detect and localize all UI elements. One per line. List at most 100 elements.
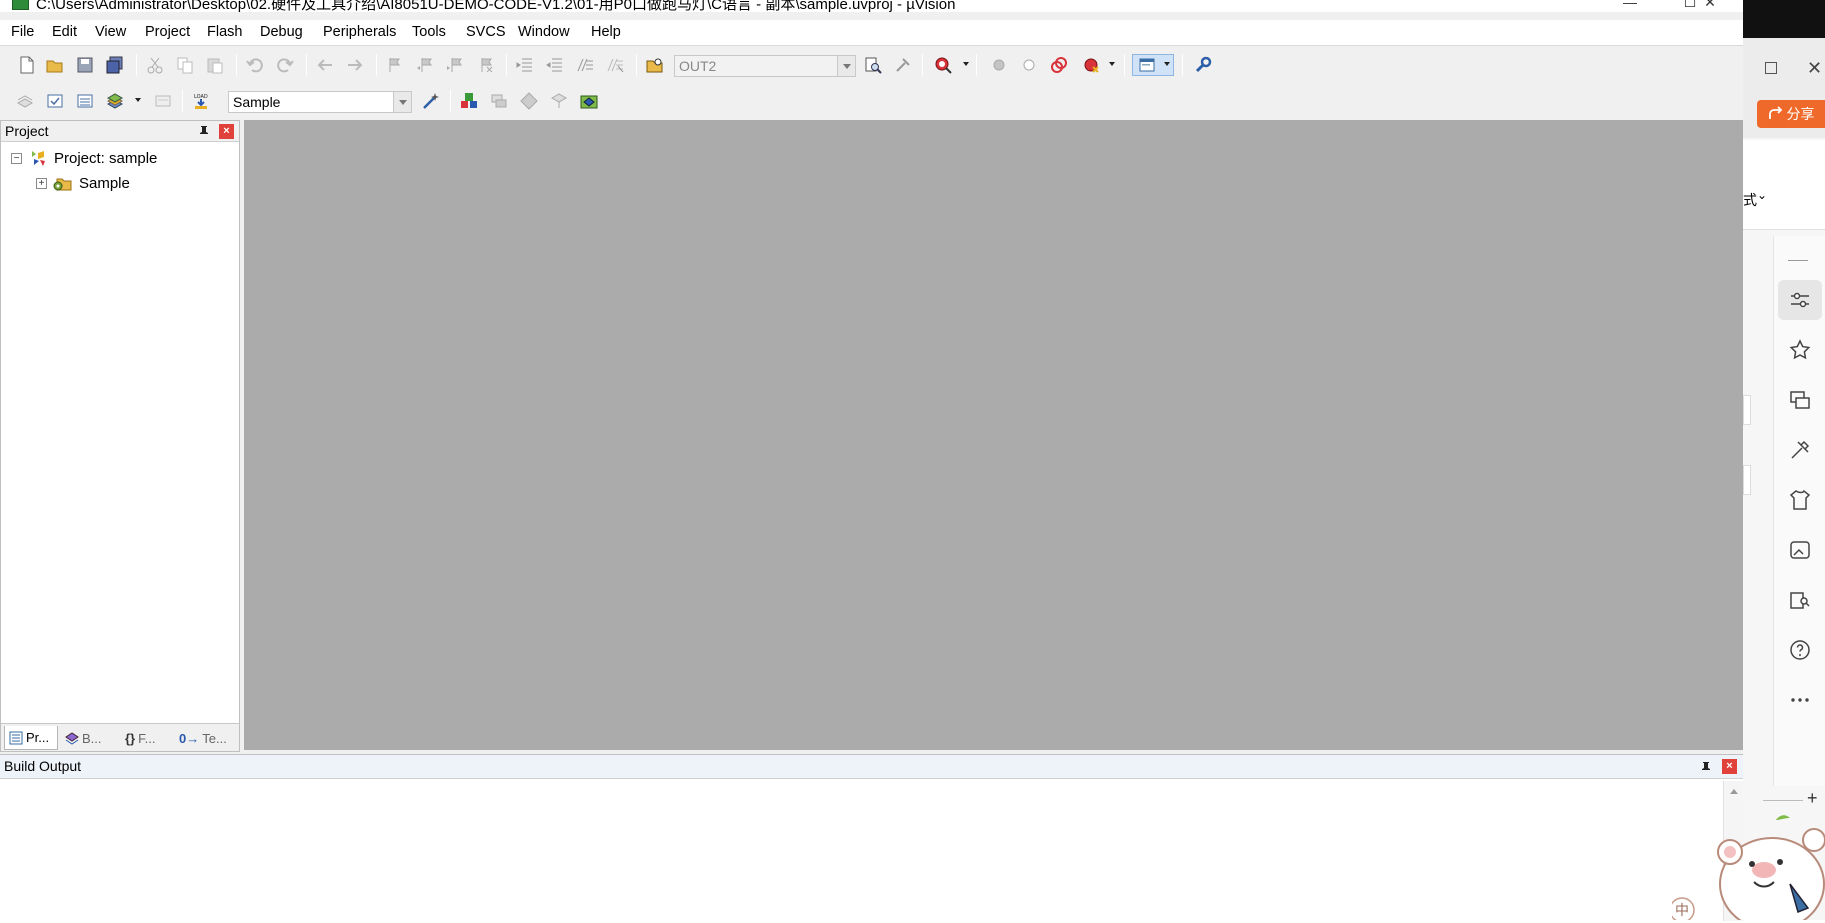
next-bookmark-button[interactable] (444, 54, 466, 76)
pack-installer-button[interactable] (548, 90, 570, 112)
project-panel-header: Project × (1, 121, 239, 142)
tab-books-label: B... (82, 730, 102, 746)
breakpoint-dropdown-chevron-icon[interactable] (1109, 62, 1115, 66)
close-icon[interactable]: ✕ (1807, 58, 1822, 79)
tab-books[interactable]: B... (61, 726, 117, 750)
unindent-button[interactable] (544, 54, 566, 76)
menu-svcs[interactable]: SVCS (464, 24, 508, 40)
software-packs-button[interactable] (578, 90, 600, 112)
collapse-toggle[interactable]: − (11, 152, 22, 164)
build-button[interactable] (44, 90, 66, 112)
menu-view[interactable]: View (93, 24, 128, 40)
translate-button[interactable] (14, 90, 36, 112)
start-debug-button[interactable] (932, 54, 954, 76)
more-icon[interactable] (1788, 688, 1812, 712)
comment-button[interactable] (574, 54, 596, 76)
stop-build-button[interactable] (152, 90, 174, 112)
menu-file[interactable]: File (9, 24, 36, 40)
menu-window[interactable]: Window (516, 24, 572, 40)
pin-icon[interactable] (1700, 761, 1712, 773)
insert-bookmark-button[interactable] (384, 54, 406, 76)
tools-icon[interactable] (1788, 438, 1812, 462)
insert-breakpoint-button[interactable] (988, 54, 1010, 76)
select-packs-button[interactable] (488, 90, 510, 112)
tree-node-target[interactable]: + Sample (36, 172, 130, 194)
uncomment-button[interactable] (604, 54, 626, 76)
side-app-card: 式 ⌄ (1743, 140, 1825, 230)
help-icon[interactable] (1788, 638, 1812, 662)
redo-button[interactable] (274, 54, 296, 76)
menu-project[interactable]: Project (143, 24, 192, 40)
tree-node-project[interactable]: − Project: sample (11, 147, 157, 169)
disable-all-breakpoints-button[interactable] (1048, 54, 1070, 76)
target-select[interactable]: Sample (228, 91, 412, 113)
rebuild-button[interactable] (74, 90, 96, 112)
indent-button[interactable] (514, 54, 536, 76)
maximize-button[interactable]: ☐ (1680, 0, 1700, 10)
new-file-button[interactable] (16, 54, 38, 76)
debug-session-button[interactable] (892, 54, 914, 76)
copy-button[interactable] (174, 54, 196, 76)
options-for-target-button[interactable] (420, 90, 442, 112)
debug-dropdown-chevron-icon[interactable] (963, 62, 969, 66)
clear-bookmarks-button[interactable] (474, 54, 496, 76)
paste-icon (207, 58, 223, 74)
close-panel-button[interactable]: × (219, 124, 234, 139)
menu-help[interactable]: Help (589, 24, 623, 40)
maximize-icon[interactable] (1765, 62, 1777, 74)
build-icon (47, 94, 63, 108)
pin-icon[interactable] (198, 125, 210, 137)
menu-flash[interactable]: Flash (205, 24, 244, 40)
chevron-down-icon[interactable]: ⌄ (1757, 188, 1767, 202)
menu-tools[interactable]: Tools (410, 24, 448, 40)
shirt-icon[interactable] (1788, 488, 1812, 512)
cut-button[interactable] (144, 54, 166, 76)
find-combo[interactable]: OUT2 (674, 55, 856, 77)
image-edit-icon[interactable] (1788, 538, 1812, 562)
debug-magnifier-icon (935, 57, 952, 74)
project-panel-tabs: Pr... B... {} F... 0→ Te... (1, 723, 239, 751)
star-icon[interactable] (1788, 338, 1812, 362)
batch-build-button[interactable] (104, 90, 126, 112)
add-button[interactable]: + (1807, 788, 1818, 809)
tab-project-label: Pr... (26, 730, 50, 745)
chevron-down-icon[interactable] (393, 92, 411, 112)
previous-bookmark-button[interactable] (414, 54, 436, 76)
sliders-icon[interactable] (1788, 288, 1812, 312)
undo-button[interactable] (244, 54, 266, 76)
save-all-button[interactable] (104, 54, 126, 76)
minimize-button[interactable]: — (1620, 0, 1640, 10)
close-panel-button[interactable]: × (1722, 759, 1737, 774)
window-layout-chevron-icon[interactable] (1164, 62, 1170, 66)
open-file-button[interactable] (44, 54, 66, 76)
enable-breakpoint-button[interactable] (1018, 54, 1040, 76)
configure-button[interactable] (1192, 54, 1214, 76)
incremental-find-button[interactable] (862, 54, 884, 76)
build-output-text[interactable] (0, 781, 1720, 921)
paste-button[interactable] (204, 54, 226, 76)
editor-area[interactable] (244, 120, 1743, 750)
manage-project-items-button[interactable] (458, 90, 480, 112)
tab-templates[interactable]: 0→ Te... (175, 726, 237, 750)
navigate-back-button[interactable] (314, 54, 336, 76)
batch-build-chevron-icon[interactable] (135, 98, 141, 102)
kill-all-breakpoints-button[interactable] (1080, 54, 1102, 76)
menu-peripherals[interactable]: Peripherals (321, 24, 398, 40)
minimize-icon[interactable] (1788, 260, 1808, 261)
chevron-down-icon[interactable] (837, 56, 855, 76)
navigate-forward-button[interactable] (344, 54, 366, 76)
tab-project[interactable]: Pr... (4, 726, 58, 750)
download-button[interactable]: LOAD (190, 90, 212, 112)
expand-toggle[interactable]: + (36, 177, 47, 189)
rte-manage-button[interactable] (518, 90, 540, 112)
arrow-left-icon (317, 59, 332, 71)
menu-debug[interactable]: Debug (258, 24, 305, 40)
book-search-icon[interactable] (1788, 588, 1812, 612)
save-button[interactable] (74, 54, 96, 76)
find-in-files-button[interactable] (644, 54, 666, 76)
tab-functions[interactable]: {} F... (121, 726, 173, 750)
chat-icon[interactable] (1788, 388, 1812, 412)
share-button[interactable]: 分享 (1757, 100, 1825, 128)
menu-edit[interactable]: Edit (50, 24, 79, 40)
close-window-button[interactable]: ✕ (1700, 0, 1720, 10)
